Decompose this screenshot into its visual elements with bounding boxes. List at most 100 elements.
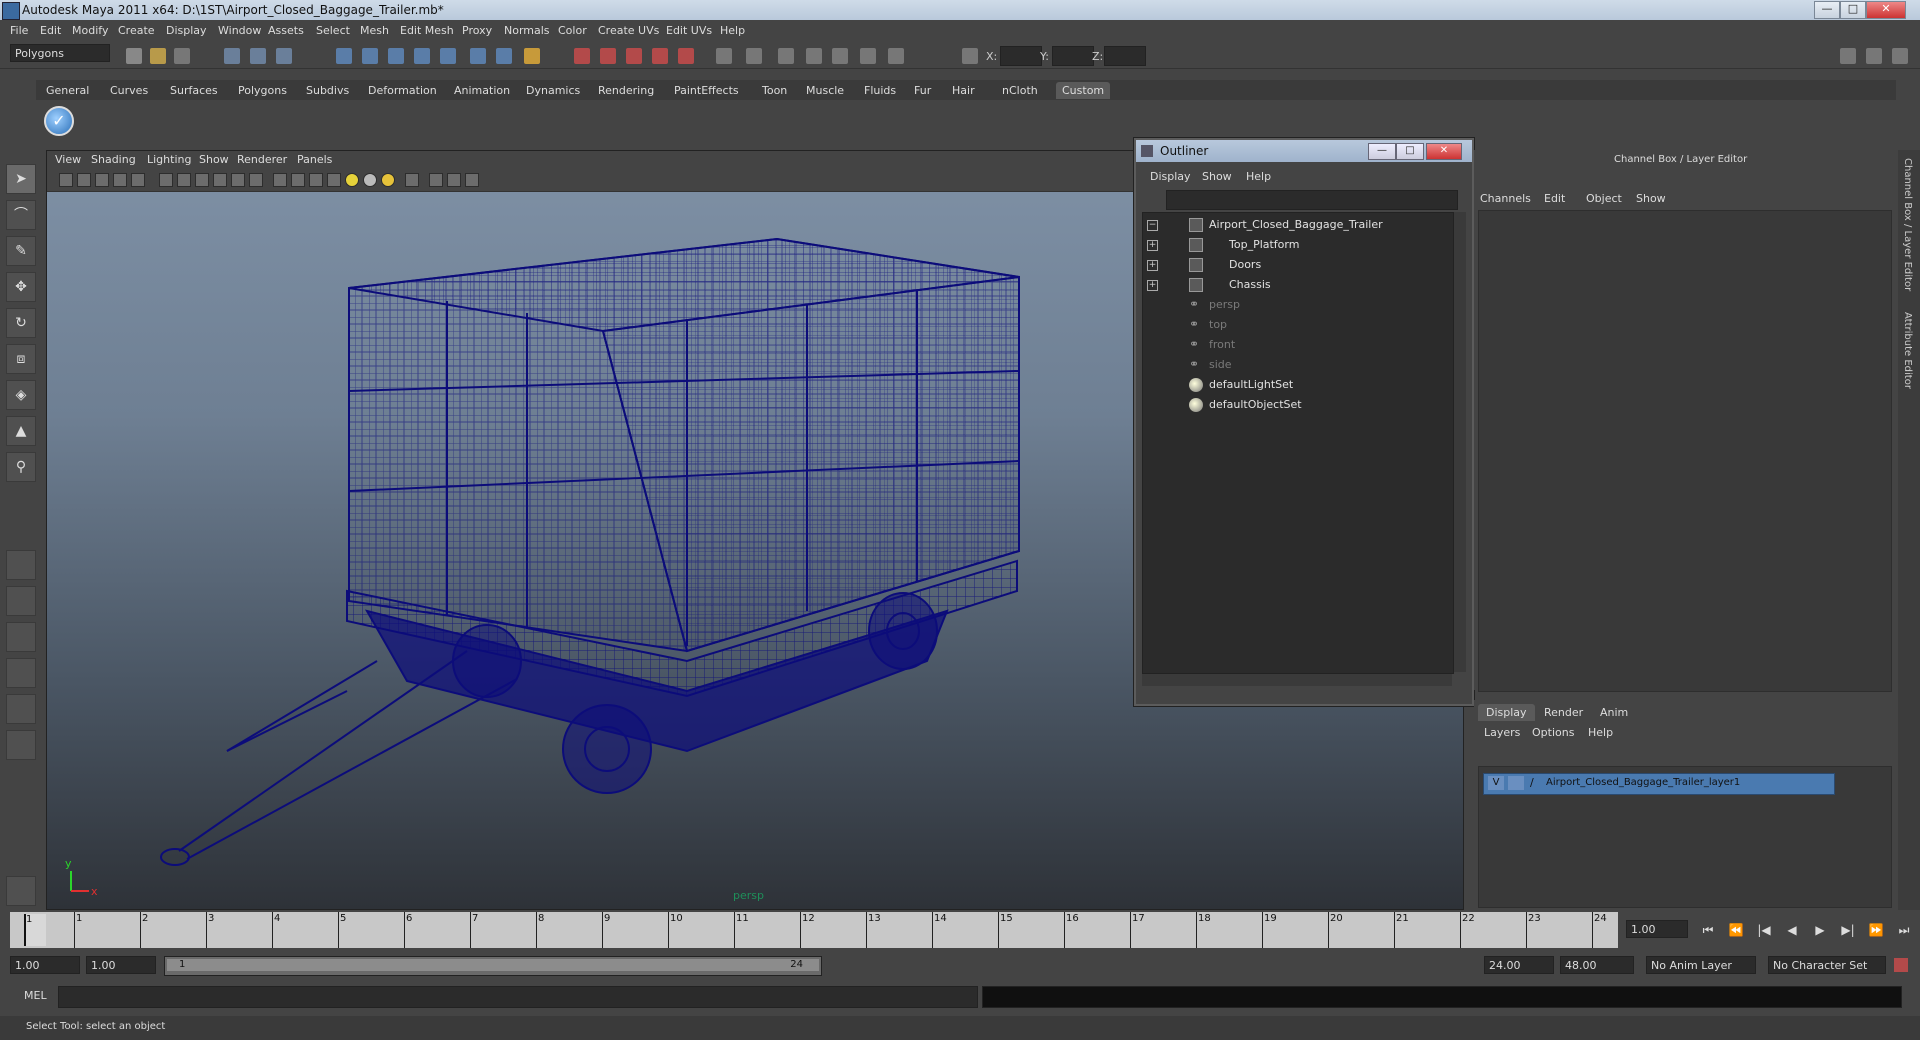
expand-icon[interactable]: + xyxy=(1147,280,1158,291)
range-slider[interactable]: 1 24 xyxy=(164,956,822,976)
shelf-tab-surfaces[interactable]: Surfaces xyxy=(164,82,224,99)
camera-attr-icon[interactable] xyxy=(77,173,91,187)
layer-menu-help[interactable]: Help xyxy=(1588,726,1613,739)
paint-select-tool-icon[interactable]: ✎ xyxy=(6,236,36,266)
scale-tool-icon[interactable]: ⧈ xyxy=(6,344,36,374)
layer-menu-layers[interactable]: Layers xyxy=(1484,726,1520,739)
time-slider[interactable]: 1 1 2 3 4 5 6 7 8 9 10 11 12 13 14 15 16 17 18 19 20 21 22 23 2… xyxy=(10,912,1618,948)
outliner-item-doors[interactable]: + Doors xyxy=(1143,255,1443,275)
auto-key-icon[interactable] xyxy=(1894,958,1908,972)
menu-set-dropdown[interactable]: Polygons xyxy=(10,44,110,62)
outliner-horizontal-scrollbar[interactable] xyxy=(1142,674,1452,686)
layout-four-icon[interactable] xyxy=(6,586,36,616)
character-set-dropdown[interactable]: No Character Set xyxy=(1768,956,1886,974)
hand-icon[interactable] xyxy=(6,876,36,906)
backface-culling-icon[interactable] xyxy=(465,173,479,187)
shelf-tab-subdivs[interactable]: Subdivs xyxy=(300,82,355,99)
move-tool-icon[interactable]: ✥ xyxy=(6,272,36,302)
viewport-menu-lighting[interactable]: Lighting xyxy=(147,153,191,166)
hypershade-icon[interactable] xyxy=(652,48,668,64)
viewport-menu-renderer[interactable]: Renderer xyxy=(237,153,287,166)
attribute-editor-toggle-icon[interactable] xyxy=(1866,48,1882,64)
collapse-icon[interactable]: − xyxy=(1147,220,1158,231)
play-forward-icon[interactable]: ▶ xyxy=(1810,922,1830,938)
dope-sheet-icon[interactable] xyxy=(860,48,876,64)
playback-end-field[interactable]: 24.00 xyxy=(1484,956,1554,974)
layer-tab-display[interactable]: Display xyxy=(1478,704,1535,721)
current-time-field[interactable]: 1.00 xyxy=(1626,920,1688,938)
all-lights-icon[interactable] xyxy=(363,173,377,187)
layer-row[interactable]: V ∕ Airport_Closed_Baggage_Trailer_layer… xyxy=(1483,773,1835,795)
new-scene-icon[interactable] xyxy=(126,48,142,64)
command-language-label[interactable]: MEL xyxy=(24,989,47,1002)
film-gate-icon[interactable] xyxy=(159,173,173,187)
viewport-menu-show[interactable]: Show xyxy=(199,153,229,166)
animation-start-field[interactable]: 1.00 xyxy=(10,956,80,974)
layer-tab-anim[interactable]: Anim xyxy=(1592,704,1636,721)
select-tool-icon[interactable]: ➤ xyxy=(6,164,36,194)
shelf-tab-deformation[interactable]: Deformation xyxy=(362,82,443,99)
side-tab-channel-box[interactable]: Channel Box / Layer Editor xyxy=(1902,158,1913,291)
inputs-icon[interactable] xyxy=(496,48,512,64)
menu-assets[interactable]: Assets xyxy=(268,24,304,37)
outliner-menu-help[interactable]: Help xyxy=(1246,170,1271,183)
outliner-item-default-light-set[interactable]: defaultLightSet xyxy=(1143,375,1443,395)
step-back-frame-icon[interactable]: |◀ xyxy=(1754,922,1774,938)
outliner-item-front[interactable]: ⚭ front xyxy=(1143,335,1443,355)
safe-action-icon[interactable] xyxy=(231,173,245,187)
step-forward-frame-icon[interactable]: ▶| xyxy=(1838,922,1858,938)
shadows-icon[interactable] xyxy=(381,173,395,187)
safe-title-icon[interactable] xyxy=(249,173,263,187)
channel-menu-show[interactable]: Show xyxy=(1636,192,1666,205)
shelf-tab-general[interactable]: General xyxy=(40,82,95,99)
outliner-icon[interactable] xyxy=(806,48,822,64)
shelf-tab-ncloth[interactable]: nCloth xyxy=(996,82,1044,99)
layout-icon[interactable] xyxy=(746,48,762,64)
grid-icon[interactable] xyxy=(131,173,145,187)
layer-visibility-toggle[interactable]: V xyxy=(1488,776,1504,790)
minimize-button[interactable]: — xyxy=(1814,1,1840,19)
shelf-tab-fluids[interactable]: Fluids xyxy=(858,82,902,99)
layout-outliner-icon[interactable] xyxy=(6,622,36,652)
smooth-shade-icon[interactable] xyxy=(291,173,305,187)
shelf-tab-hair[interactable]: Hair xyxy=(946,82,981,99)
layer-color-icon[interactable]: ∕ xyxy=(1530,776,1542,790)
menu-edit[interactable]: Edit xyxy=(40,24,61,37)
resolution-gate-icon[interactable] xyxy=(177,173,191,187)
playback-start-field[interactable]: 1.00 xyxy=(86,956,156,974)
outliner-minimize-button[interactable]: — xyxy=(1368,143,1396,160)
shelf-tab-custom[interactable]: Custom xyxy=(1056,82,1111,99)
panel-icon[interactable] xyxy=(778,48,794,64)
z-field[interactable] xyxy=(1104,46,1146,66)
viewport-menu-shading[interactable]: Shading xyxy=(91,153,136,166)
default-light-icon[interactable] xyxy=(345,173,359,187)
outliner-menu-display[interactable]: Display xyxy=(1150,170,1191,183)
soft-mod-tool-icon[interactable]: ▲ xyxy=(6,416,36,446)
expand-icon[interactable]: + xyxy=(1147,260,1158,271)
lock-icon[interactable] xyxy=(524,48,540,64)
layout-single-icon[interactable] xyxy=(6,550,36,580)
menu-modify[interactable]: Modify xyxy=(72,24,108,37)
tool-settings-toggle-icon[interactable] xyxy=(1892,48,1908,64)
wireframe-icon[interactable] xyxy=(273,173,287,187)
menu-normals[interactable]: Normals xyxy=(504,24,550,37)
xray-icon[interactable] xyxy=(429,173,443,187)
menu-edit-mesh[interactable]: Edit Mesh xyxy=(400,24,454,37)
close-button[interactable]: ✕ xyxy=(1866,1,1906,19)
outliner-item-chassis[interactable]: + Chassis xyxy=(1143,275,1443,295)
outliner-item-top-platform[interactable]: + Top_Platform xyxy=(1143,235,1443,255)
camera-select-icon[interactable] xyxy=(59,173,73,187)
shelf-tab-curves[interactable]: Curves xyxy=(104,82,154,99)
menu-mesh[interactable]: Mesh xyxy=(360,24,389,37)
menu-window[interactable]: Window xyxy=(218,24,261,37)
expand-icon[interactable]: + xyxy=(1147,240,1158,251)
menu-create[interactable]: Create xyxy=(118,24,155,37)
menu-color[interactable]: Color xyxy=(558,24,587,37)
snap-grid-icon[interactable] xyxy=(336,48,352,64)
image-plane-icon[interactable] xyxy=(113,173,127,187)
menu-proxy[interactable]: Proxy xyxy=(462,24,492,37)
layout-hypershade-icon[interactable] xyxy=(6,694,36,724)
channel-menu-edit[interactable]: Edit xyxy=(1544,192,1565,205)
outliner-vertical-scrollbar[interactable] xyxy=(1454,212,1466,672)
field-chart-icon[interactable] xyxy=(213,173,227,187)
